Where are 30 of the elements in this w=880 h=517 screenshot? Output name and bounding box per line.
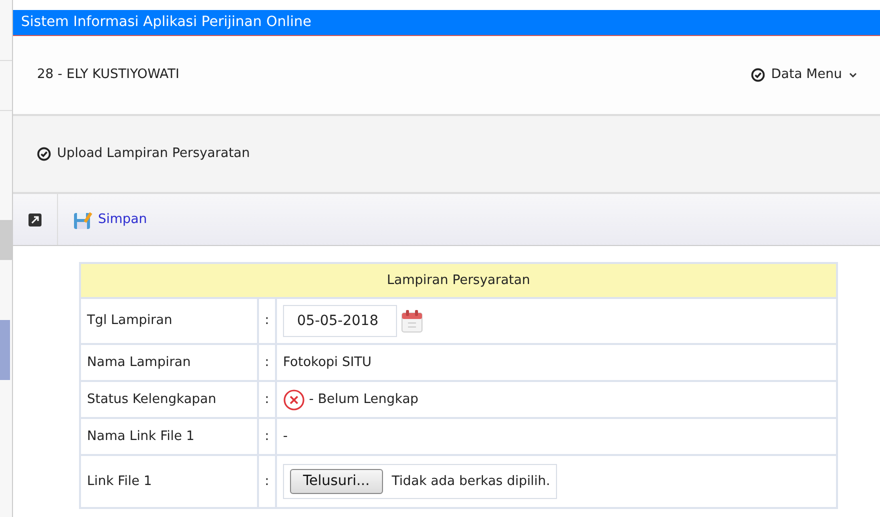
floppy-edit-icon bbox=[73, 210, 93, 230]
window-title: Sistem Informasi Aplikasi Perijinan Online bbox=[13, 10, 880, 36]
data-menu[interactable]: Data Menu bbox=[751, 65, 858, 85]
file-input[interactable]: Telusuri... Tidak ada berkas dipilih. bbox=[283, 464, 558, 499]
calendar-icon[interactable] bbox=[401, 309, 423, 333]
field-separator: : bbox=[264, 354, 270, 370]
user-name: 28 - ELY KUSTIYOWATI bbox=[37, 66, 180, 84]
browse-button[interactable]: Telusuri... bbox=[290, 469, 383, 494]
chevron-down-icon bbox=[848, 71, 858, 79]
field-value: Fotokopi SITU bbox=[283, 354, 372, 370]
field-separator: : bbox=[264, 428, 270, 444]
check-circle-icon bbox=[751, 68, 766, 82]
field-value: - bbox=[283, 428, 288, 444]
field-label: Tgl Lampiran bbox=[80, 298, 258, 344]
field-separator: : bbox=[264, 474, 270, 489]
status-text: - Belum Lengkap bbox=[309, 390, 418, 409]
date-field[interactable]: 05-05-2018 bbox=[283, 305, 397, 337]
cross-circle-icon bbox=[283, 388, 305, 410]
field-label: Status Kelengkapan bbox=[80, 381, 258, 418]
file-status-text: Tidak ada berkas dipilih. bbox=[392, 472, 550, 491]
save-button[interactable]: Simpan bbox=[58, 194, 147, 245]
field-label: Nama Link File 1 bbox=[80, 418, 258, 455]
expand-icon[interactable] bbox=[28, 212, 42, 226]
section-title: Upload Lampiran Persyaratan bbox=[57, 145, 250, 164]
field-label: Link File 1 bbox=[80, 455, 258, 508]
field-separator: : bbox=[264, 392, 270, 407]
field-separator: : bbox=[264, 313, 270, 328]
check-circle-icon bbox=[37, 147, 51, 161]
form-title: Lampiran Persyaratan bbox=[80, 263, 837, 298]
field-label: Nama Lampiran bbox=[80, 344, 258, 381]
